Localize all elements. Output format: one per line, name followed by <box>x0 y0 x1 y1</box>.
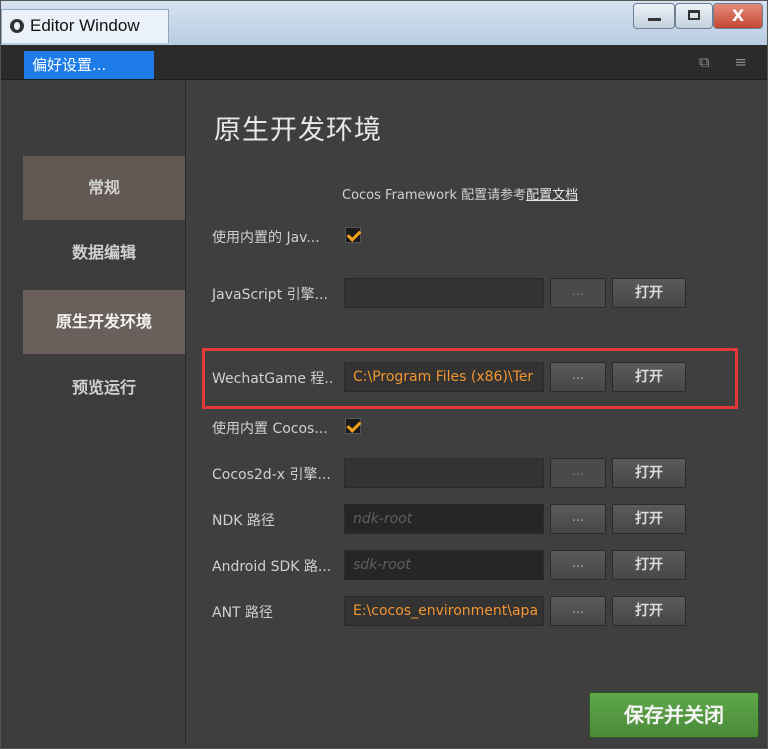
ndk-browse-button[interactable]: ... <box>550 504 606 534</box>
close-icon: X <box>731 6 745 25</box>
close-button[interactable]: X <box>713 3 763 29</box>
sidebar-item-data-editing[interactable]: 数据编辑 <box>23 221 185 285</box>
row-label: NDK 路径 <box>212 513 275 529</box>
sidebar-item-general[interactable]: 常规 <box>23 156 185 220</box>
js-engine-path-field[interactable] <box>344 278 544 308</box>
maximize-button[interactable] <box>675 3 713 29</box>
cocos2dx-browse-button[interactable]: ... <box>550 458 606 488</box>
settings-row: Android SDK 路... sdk-root ... 打开 <box>186 544 767 588</box>
row-label: 使用内置的 Jav... <box>212 230 320 246</box>
use-builtin-cocos-checkbox[interactable] <box>345 418 361 434</box>
settings-row: 使用内置的 Jav... <box>186 215 767 259</box>
window-title-tab: Editor Window <box>1 9 169 43</box>
row-label: ANT 路径 <box>212 605 274 621</box>
cocos2dx-engine-path-field[interactable] <box>344 458 544 488</box>
panel-menu-icons[interactable]: ⧉ ≡ <box>699 53 757 71</box>
page-title: 原生开发环境 <box>214 115 382 146</box>
ant-open-button[interactable]: 打开 <box>612 596 686 626</box>
highlight-annotation-box <box>202 348 738 409</box>
ndk-open-button[interactable]: 打开 <box>612 504 686 534</box>
sidebar-item-native-environment[interactable]: 原生开发环境 <box>23 290 185 354</box>
js-engine-open-button[interactable]: 打开 <box>612 278 686 308</box>
note-text: Cocos Framework 配置请参考 <box>342 188 527 203</box>
cocos2dx-open-button[interactable]: 打开 <box>612 458 686 488</box>
ant-browse-button[interactable]: ... <box>550 596 606 626</box>
config-doc-link[interactable]: 配置文档 <box>526 188 578 203</box>
settings-row: ANT 路径 E:\cocos_environment\apa ... 打开 <box>186 590 767 634</box>
use-builtin-js-checkbox[interactable] <box>345 227 361 243</box>
editor-window: Editor Window X 偏好设置... ⧉ ≡ 常规 数据编辑 原生开发… <box>0 0 768 749</box>
editor-frame: 偏好设置... ⧉ ≡ 常规 数据编辑 原生开发环境 预览运行 原生开发环境 C… <box>1 45 767 748</box>
js-engine-browse-button[interactable]: ... <box>550 278 606 308</box>
android-sdk-browse-button[interactable]: ... <box>550 550 606 580</box>
row-label: JavaScript 引擎... <box>212 287 328 303</box>
settings-row: NDK 路径 ndk-root ... 打开 <box>186 498 767 542</box>
settings-row: JavaScript 引擎... ... 打开 <box>186 272 767 316</box>
row-label: Cocos2d-x 引擎... <box>212 467 331 483</box>
settings-row: Cocos2d-x 引擎... ... 打开 <box>186 452 767 496</box>
sidebar-item-preview-run[interactable]: 预览运行 <box>23 356 185 420</box>
save-and-close-button[interactable]: 保存并关闭 <box>589 692 759 738</box>
ant-path-field[interactable]: E:\cocos_environment\apa <box>344 596 544 626</box>
tab-preferences[interactable]: 偏好设置... <box>24 51 154 79</box>
row-label: Android SDK 路... <box>212 559 332 575</box>
row-label: 使用内置 Cocos... <box>212 421 328 437</box>
cocos-logo-icon <box>10 19 24 33</box>
framework-note: Cocos Framework 配置请参考配置文档 <box>342 184 578 203</box>
preferences-sidebar: 常规 数据编辑 原生开发环境 预览运行 <box>23 80 186 744</box>
panel-tab-bar: 偏好设置... ⧉ ≡ <box>1 45 767 80</box>
settings-content: 原生开发环境 Cocos Framework 配置请参考配置文档 使用内置的 J… <box>186 80 767 744</box>
title-bar[interactable]: Editor Window X <box>1 1 767 45</box>
window-title: Editor Window <box>30 16 140 35</box>
android-sdk-path-field[interactable]: sdk-root <box>344 550 544 580</box>
android-sdk-open-button[interactable]: 打开 <box>612 550 686 580</box>
settings-row: 使用内置 Cocos... <box>186 406 767 450</box>
ndk-path-field[interactable]: ndk-root <box>344 504 544 534</box>
minimize-button[interactable] <box>633 3 675 29</box>
